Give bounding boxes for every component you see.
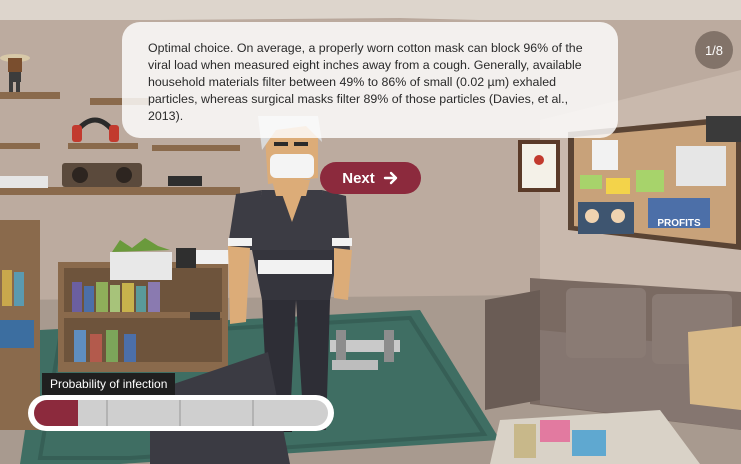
speaker bbox=[62, 163, 142, 187]
narration-dialog: Optimal choice. On average, a properly w… bbox=[122, 22, 618, 138]
corkboard-sign: PROFITS bbox=[657, 218, 701, 229]
game-console bbox=[0, 176, 48, 188]
meter-segment-divider bbox=[252, 400, 254, 426]
next-button[interactable]: Next bbox=[320, 162, 421, 194]
infection-meter-label: Probability of infection bbox=[42, 373, 176, 395]
dialog-text: Optimal choice. On average, a properly w… bbox=[148, 41, 583, 123]
infection-meter-track bbox=[34, 400, 328, 426]
arrow-right-icon bbox=[383, 171, 397, 185]
picture-frame bbox=[706, 116, 741, 142]
infection-meter bbox=[28, 395, 334, 431]
cardboard-box bbox=[688, 326, 741, 410]
meter-segment-divider bbox=[179, 400, 181, 426]
router bbox=[168, 176, 202, 186]
next-button-label: Next bbox=[342, 169, 375, 187]
infection-meter-fill bbox=[34, 400, 79, 426]
meter-segment-divider bbox=[106, 400, 108, 426]
certificate bbox=[518, 140, 560, 192]
page-counter: 1/8 bbox=[695, 31, 733, 69]
